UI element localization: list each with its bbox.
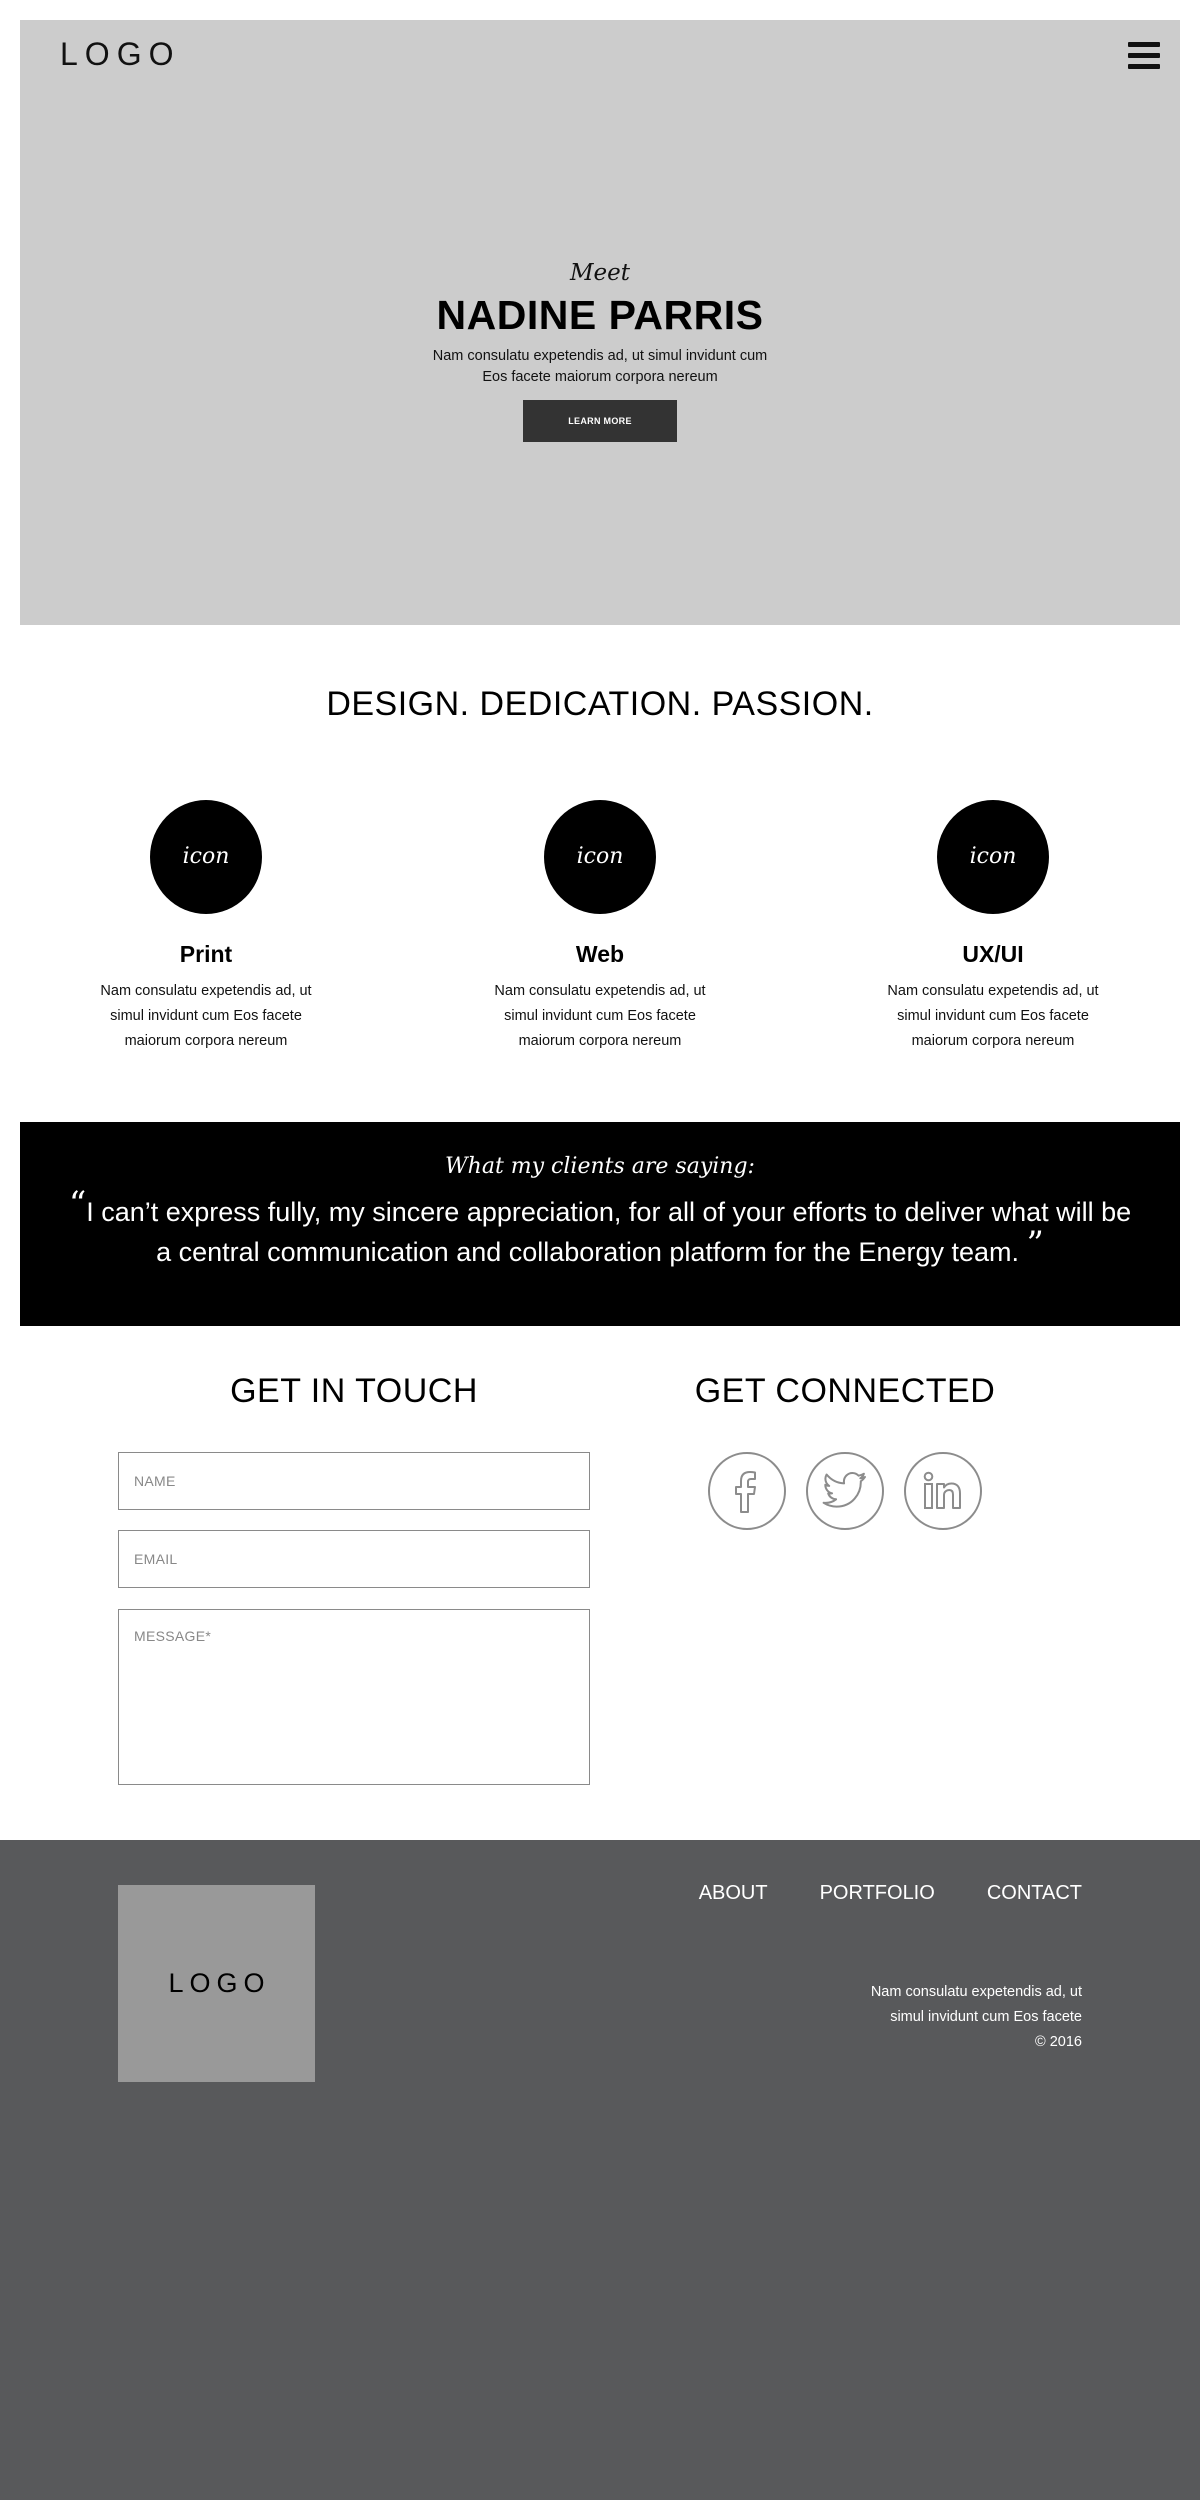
service-icon: icon [544,800,656,914]
footer-text-line: simul invidunt cum Eos facete [890,2009,1082,2025]
menu-bar [1128,64,1160,69]
service-description: Nam consulatu expetendis ad, ut simul in… [450,979,750,1054]
hero-description-line: Nam consulatu expetendis ad, ut simul in… [432,348,768,364]
email-input[interactable] [118,1530,590,1588]
hero-name: NADINE PARRIS [436,292,764,338]
footer-nav: ABOUT PORTFOLIO CONTACT [699,1882,1082,1905]
twitter-icon [822,1472,866,1508]
footer-nav-about[interactable]: ABOUT [699,1882,768,1905]
service-description-line: simul invidunt cum Eos facete [897,1008,1089,1024]
footer-logo: LOGO [168,1968,271,1998]
service-print: icon Print Nam consulatu expetendis ad, … [56,800,356,1054]
service-description-line: Nam consulatu expetendis ad, ut [100,983,312,999]
testimonial-quote-text: I can’t express fully, my sincere apprec… [86,1197,1132,1267]
footer: LOGO ABOUT PORTFOLIO CONTACT Nam consula… [0,1840,1200,2500]
linkedin-link[interactable] [904,1452,982,1530]
testimonial-section: What my clients are saying: “I can’t exp… [20,1122,1180,1326]
footer-copyright: © 2016 [1035,2034,1082,2050]
service-description-line: simul invidunt cum Eos facete [504,1008,696,1024]
hero-description-line: Eos facete maiorum corpora nereum [482,369,718,385]
service-title: Web [575,941,625,967]
service-description-line: maiorum corpora nereum [124,1033,288,1049]
learn-more-button[interactable]: LEARN MORE [523,400,677,442]
menu-bar [1128,53,1160,58]
hamburger-menu-icon[interactable] [1128,42,1160,72]
testimonial-quote: “I can’t express fully, my sincere appre… [60,1184,1140,1272]
footer-text-line: Nam consulatu expetendis ad, ut [870,1984,1082,2000]
twitter-link[interactable] [806,1452,884,1530]
service-icon: icon [150,800,262,914]
linkedin-icon [923,1471,961,1509]
service-description-line: maiorum corpora nereum [911,1033,1075,1049]
tagline: DESIGN. DEDICATION. PASSION. [326,685,874,723]
service-description-line: simul invidunt cum Eos facete [110,1008,302,1024]
service-description: Nam consulatu expetendis ad, ut simul in… [56,979,356,1054]
hero-content: Meet NADINE PARRIS Nam consulatu expeten… [20,258,1180,442]
open-quote-mark: “ [68,1184,87,1224]
footer-nav-contact[interactable]: CONTACT [987,1882,1082,1905]
menu-bar [1128,42,1160,47]
footer-text: Nam consulatu expetendis ad, ut simul in… [871,1980,1082,2055]
close-quote-mark: ” [1026,1224,1044,1264]
hero-intro: Meet [569,260,630,286]
facebook-link[interactable] [708,1452,786,1530]
name-input[interactable] [118,1452,590,1510]
footer-nav-portfolio[interactable]: PORTFOLIO [820,1882,935,1905]
service-web: icon Web Nam consulatu expetendis ad, ut… [450,800,750,1054]
footer-logo-box[interactable]: LOGO [118,1885,315,2082]
service-description-line: Nam consulatu expetendis ad, ut [494,983,706,999]
service-description-line: Nam consulatu expetendis ad, ut [887,983,1099,999]
header-logo[interactable]: LOGO [60,36,180,73]
get-in-touch-title: GET IN TOUCH [230,1372,478,1410]
message-textarea[interactable] [118,1609,590,1785]
service-uxui: icon UX/UI Nam consulatu expetendis ad, … [843,800,1143,1054]
service-icon: icon [937,800,1049,914]
hero-description: Nam consulatu expetendis ad, ut simul in… [20,346,1180,388]
service-description-line: maiorum corpora nereum [518,1033,682,1049]
service-description: Nam consulatu expetendis ad, ut simul in… [843,979,1143,1054]
hero-section: LOGO Meet NADINE PARRIS Nam consulatu ex… [20,20,1180,625]
facebook-icon [735,1471,756,1513]
service-title: Print [179,941,233,967]
get-connected-title: GET CONNECTED [694,1372,996,1410]
testimonial-heading: What my clients are saying: [445,1154,755,1179]
service-title: UX/UI [962,941,1024,967]
